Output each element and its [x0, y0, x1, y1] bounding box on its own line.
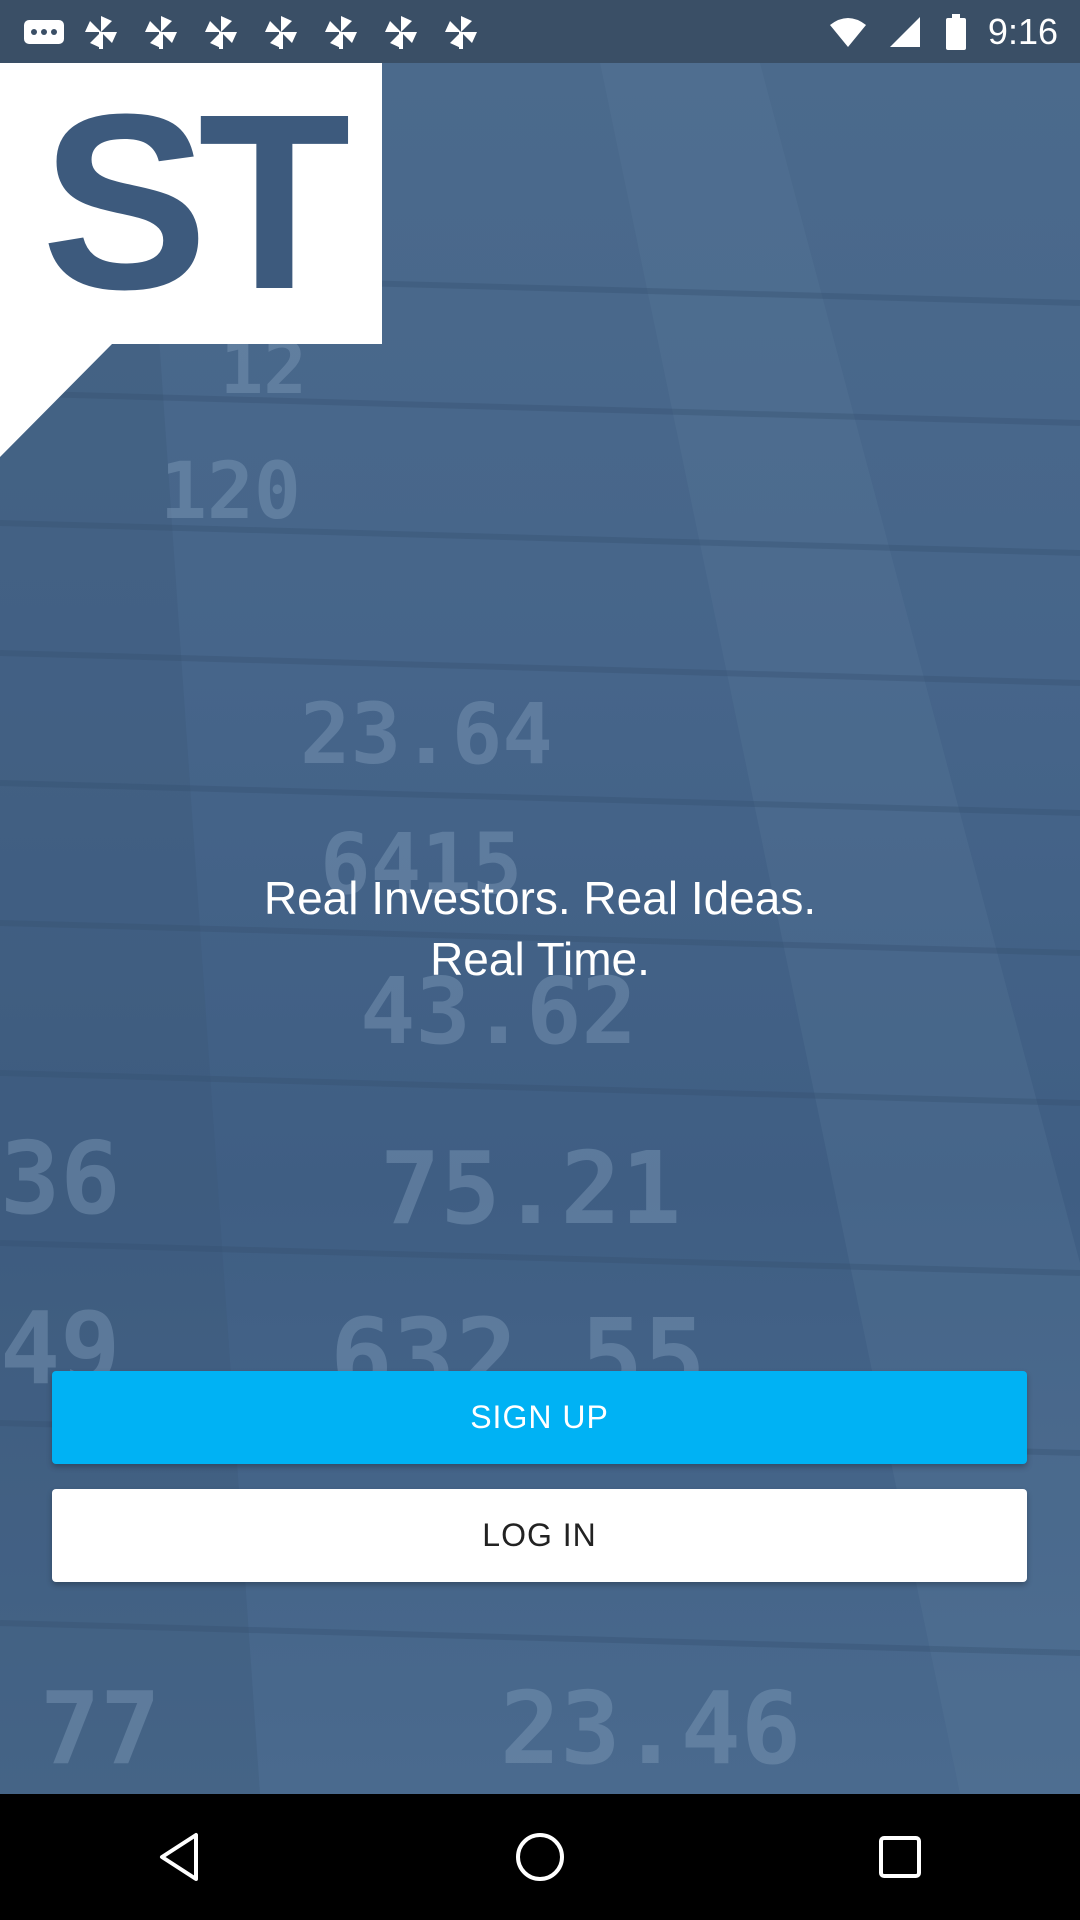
battery-icon: [944, 13, 968, 51]
status-bar: 9:16: [0, 0, 1080, 63]
stocktwits-logo: ST: [0, 63, 382, 457]
bg-number: 36: [0, 1120, 120, 1237]
pinwheel-icon: [322, 13, 360, 51]
tagline-line-1: Real Investors. Real Ideas.: [263, 872, 817, 924]
sign-up-button[interactable]: SIGN UP: [52, 1371, 1027, 1464]
wifi-icon: [828, 13, 866, 51]
notification-area: [22, 13, 480, 51]
signal-icon: [886, 13, 924, 51]
pinwheel-icon: [142, 13, 180, 51]
tagline: Real Investors. Real Ideas. Real Time.: [0, 868, 1080, 990]
logo-text: ST: [41, 63, 349, 341]
bg-number: 23.64: [300, 685, 553, 783]
bg-number: 23.46: [500, 1670, 801, 1787]
home-icon[interactable]: [480, 1797, 600, 1917]
log-in-button[interactable]: LOG IN: [52, 1489, 1027, 1582]
more-dots-icon: [22, 13, 64, 51]
pinwheel-icon: [382, 13, 420, 51]
bg-number: 75.21: [380, 1130, 681, 1247]
recents-icon[interactable]: [840, 1797, 960, 1917]
bg-number: 77: [40, 1670, 160, 1787]
status-time: 9:16: [987, 10, 1058, 52]
back-icon[interactable]: [120, 1797, 240, 1917]
pinwheel-icon: [442, 13, 480, 51]
system-status: 9:16: [828, 11, 1058, 53]
splash-screen: 9:16 2530 12: [0, 0, 1080, 1920]
tagline-line-2: Real Time.: [430, 933, 650, 985]
pinwheel-icon: [202, 13, 240, 51]
navigation-bar: [0, 1794, 1080, 1920]
pinwheel-icon: [82, 13, 120, 51]
bg-number: 120: [160, 447, 301, 537]
pinwheel-icon: [262, 13, 300, 51]
